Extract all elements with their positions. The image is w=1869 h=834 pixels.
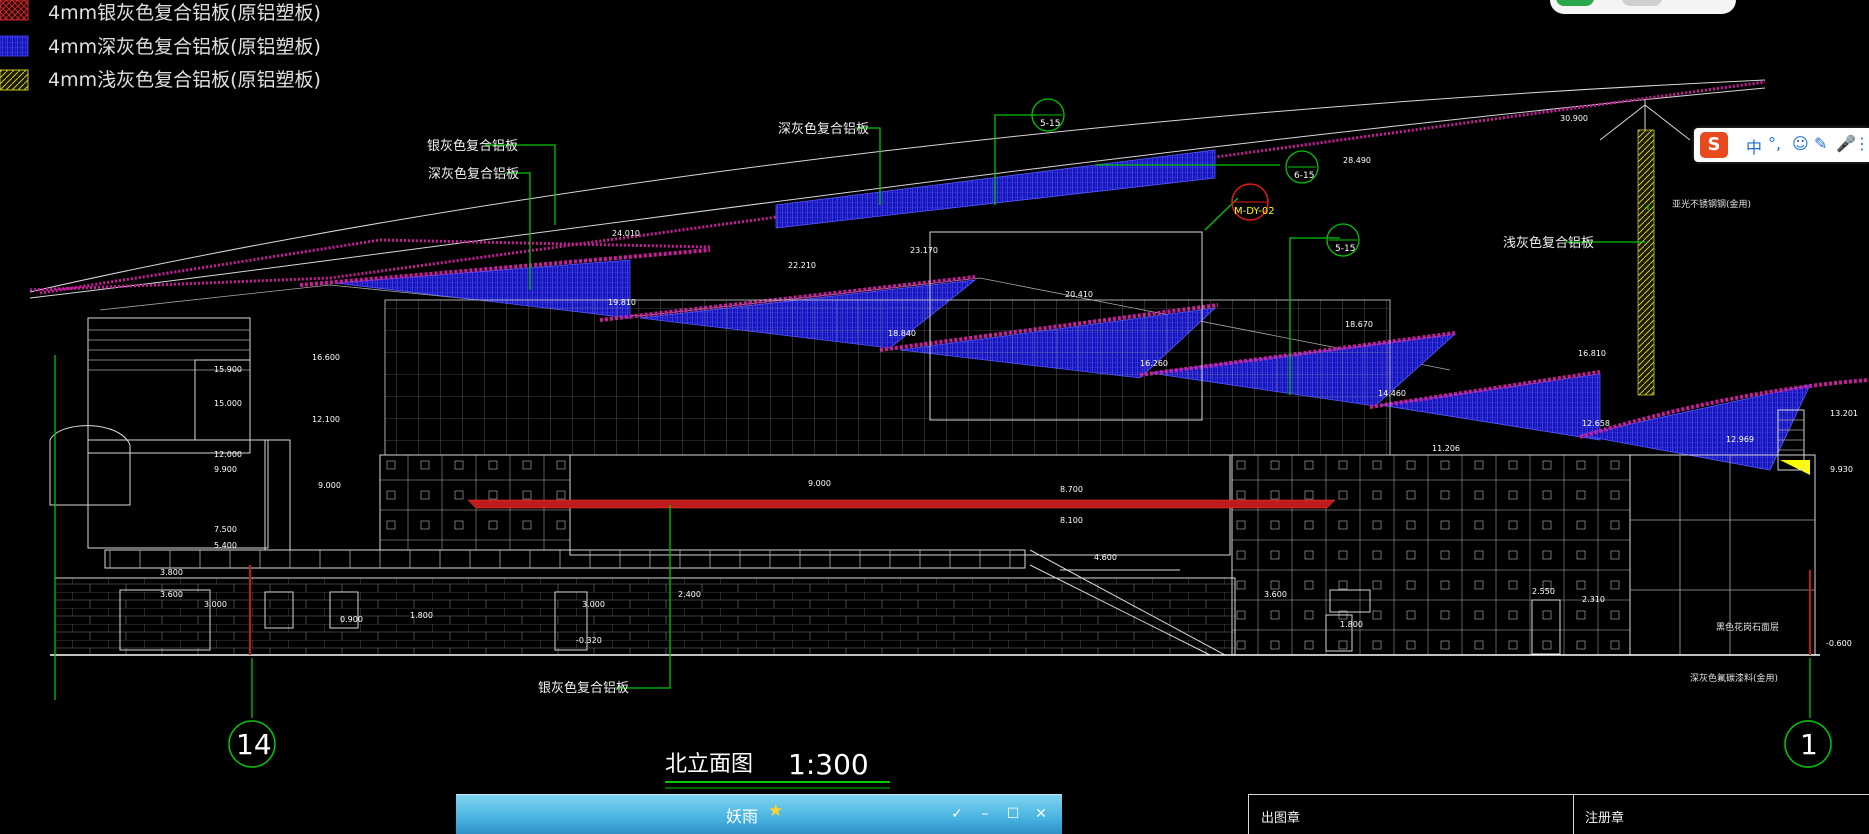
elev-16810: 16.810: [1578, 349, 1606, 358]
elev-24010: 24.010: [612, 229, 640, 238]
elev-3000b: 3.000: [582, 600, 605, 609]
elev-4600: 4.600: [1094, 553, 1117, 562]
drawing-scale: 1:300: [788, 748, 869, 781]
callout-light-right: 浅灰色复合铝板: [1503, 235, 1594, 251]
legend-label-dark: 4mm深灰色复合铝板(原铝塑板): [48, 36, 321, 58]
elev-neg0320: -0.320: [576, 636, 602, 645]
elev-2550: 2.550: [1532, 587, 1555, 596]
minimize-button[interactable]: –: [974, 803, 996, 825]
callout-silver-top: 银灰色复合铝板: [427, 138, 518, 154]
elev-15900: 15.900: [214, 365, 242, 374]
elev-3600a: 3.600: [160, 590, 183, 599]
elev-9000b: 9.000: [808, 479, 831, 488]
elev-14460: 14.460: [1378, 389, 1406, 398]
check-button[interactable]: ✓: [946, 803, 968, 825]
elev-15000: 15.000: [214, 399, 242, 408]
elev-neg0600: -0.600: [1826, 639, 1852, 648]
callout-steel-note: 亚光不锈钢钢(金用): [1672, 198, 1751, 210]
legend-swatch-dark: [0, 35, 29, 57]
section-tag-c: 5-15: [1335, 244, 1355, 254]
elev-7500: 7.500: [214, 525, 237, 534]
taskbar-window-title: 妖雨: [726, 807, 759, 826]
elev-5400: 5.400: [214, 541, 237, 550]
callout-stone-note: 黑色花岗石面层: [1716, 621, 1779, 633]
ime-mode-button[interactable]: 中: [1746, 134, 1762, 158]
star-icon: ★: [768, 801, 784, 821]
ime-punct-icon[interactable]: °,: [1768, 134, 1781, 153]
legend: 4mm银灰色复合铝板(原铝塑板) 4mm深灰色复合铝板(原铝塑板) 4mm浅灰色…: [0, 0, 321, 91]
elev-1800b: 1.800: [1340, 620, 1363, 629]
ime-more-icon[interactable]: ⋮: [1854, 134, 1869, 153]
elev-1800a: 1.800: [410, 611, 433, 620]
section-tag-a: 5-15: [1040, 119, 1060, 129]
axis-label-14: 14: [236, 728, 272, 761]
elev-12969: 12.969: [1726, 435, 1754, 444]
ime-emoji-icon[interactable]: ☺: [1792, 134, 1809, 153]
legend-label-light: 4mm浅灰色复合铝板(原铝塑板): [48, 69, 321, 91]
title-block-divider: [1573, 795, 1574, 834]
elev-19810: 19.810: [608, 298, 636, 307]
elev-13201: 13.201: [1830, 409, 1858, 418]
elev-12000: 12.000: [214, 450, 242, 459]
ime-logo-icon[interactable]: S: [1700, 132, 1728, 158]
elev-3800: 3.800: [160, 568, 183, 577]
elev-0900: 0.900: [340, 615, 363, 624]
drawing-title: 北立面图 1:300: [665, 748, 890, 789]
title-block: 出图章 注册章: [1248, 794, 1869, 834]
elev-23170: 23.170: [910, 246, 938, 255]
ime-toolbar[interactable]: S 中 °, ☺ ✎ 🎤 ⋮: [1694, 128, 1869, 162]
taskbar-window[interactable]: 妖雨 ★ ✓ – ☐ ✕: [456, 794, 1062, 834]
elev-8100: 8.100: [1060, 516, 1083, 525]
drawing-title-text: 北立面图: [665, 752, 753, 777]
elev-16600: 16.600: [312, 353, 340, 362]
callout-silver-bottom: 银灰色复合铝板: [538, 680, 629, 696]
title-block-right-label: 注册章: [1585, 811, 1625, 826]
elev-22210: 22.210: [788, 261, 816, 270]
ime-pen-icon[interactable]: ✎: [1814, 134, 1827, 153]
elev-12100: 12.100: [312, 415, 340, 424]
elev-2400: 2.400: [678, 590, 701, 599]
legend-label-silver: 4mm银灰色复合铝板(原铝塑板): [48, 2, 321, 24]
elev-16260: 16.260: [1140, 359, 1168, 368]
elev-3000a: 3.000: [204, 600, 227, 609]
callout-dark-mid: 深灰色复合铝板: [778, 121, 869, 137]
cad-drawing-canvas[interactable]: 4mm银灰色复合铝板(原铝塑板) 4mm深灰色复合铝板(原铝塑板) 4mm浅灰色…: [0, 0, 1869, 834]
elev-9900: 9.900: [214, 465, 237, 474]
callout-paint-note: 深灰色氟碳漆料(金用): [1690, 672, 1778, 684]
top-status-pill[interactable]: [1550, 0, 1736, 14]
axis-label-1: 1: [1800, 728, 1818, 761]
ime-mic-icon[interactable]: 🎤: [1836, 134, 1856, 153]
elev-9930: 9.930: [1830, 465, 1853, 474]
elev-12658: 12.658: [1582, 419, 1610, 428]
elev-18670: 18.670: [1345, 320, 1373, 329]
title-block-left-label: 出图章: [1261, 811, 1301, 826]
section-tag-red: M-DY-02: [1234, 206, 1275, 217]
elev-30900: 30.900: [1560, 114, 1588, 123]
elev-20410: 20.410: [1065, 290, 1093, 299]
elev-9000a: 9.000: [318, 481, 341, 490]
legend-swatch-light: [0, 69, 29, 91]
elev-18840: 18.840: [888, 329, 916, 338]
elev-11206: 11.206: [1432, 444, 1460, 453]
elevation-drawing: 4mm银灰色复合铝板(原铝塑板) 4mm深灰色复合铝板(原铝塑板) 4mm浅灰色…: [0, 0, 1869, 789]
status-dot-gray: [1622, 0, 1662, 6]
axis-markers: 14 1: [228, 720, 1832, 768]
elev-2310: 2.310: [1582, 595, 1605, 604]
callout-dark-left: 深灰色复合铝板: [428, 166, 519, 182]
elev-3600b: 3.600: [1264, 590, 1287, 599]
elev-8700: 8.700: [1060, 485, 1083, 494]
close-button[interactable]: ✕: [1030, 803, 1052, 825]
legend-swatch-silver: [0, 0, 29, 21]
elev-28490: 28.490: [1343, 156, 1371, 165]
section-tag-b: 6-15: [1294, 171, 1314, 181]
maximize-button[interactable]: ☐: [1002, 803, 1024, 825]
status-dot-green: [1556, 0, 1594, 6]
